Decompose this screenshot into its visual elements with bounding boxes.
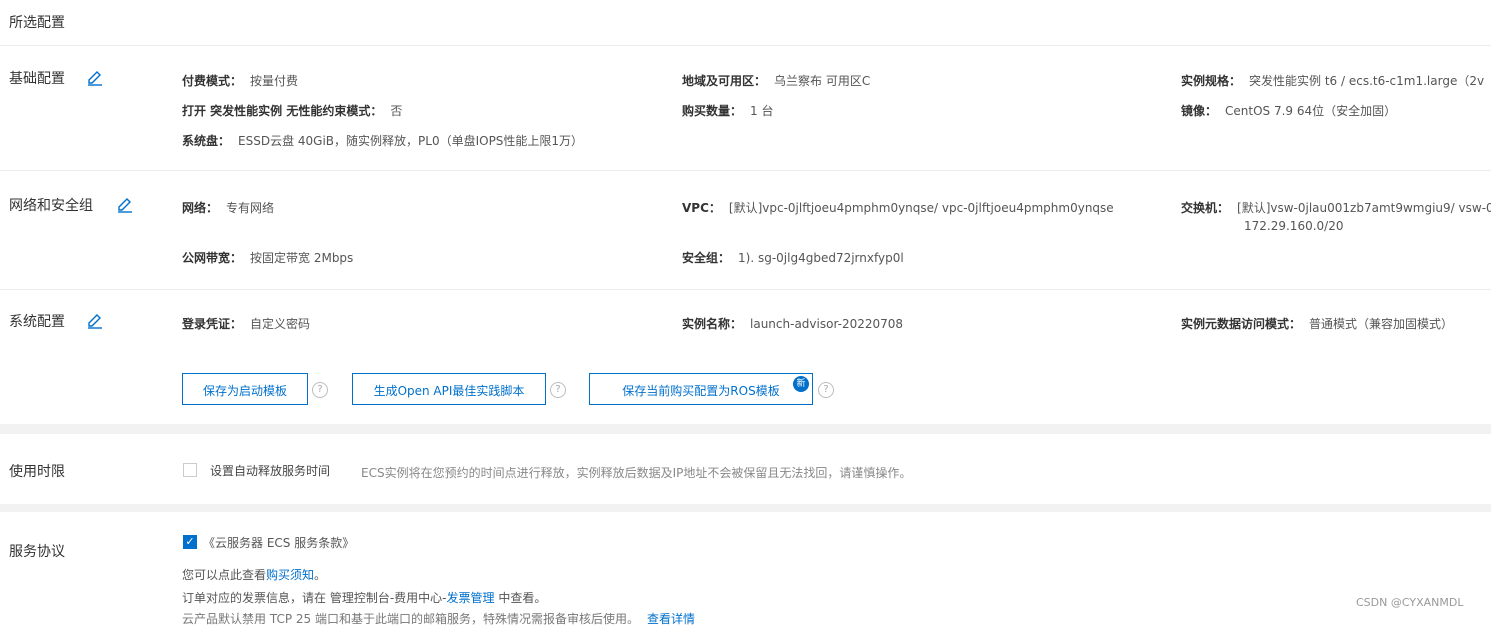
new-badge-icon: 新 — [793, 376, 809, 392]
field-label: 实例元数据访问模式： — [1181, 317, 1302, 331]
purchase-notice-link[interactable]: 购买须知 — [266, 568, 314, 582]
section-title-usage: 使用时限 — [9, 464, 65, 480]
field-value: 按量付费 — [250, 74, 299, 88]
section-title-agreement: 服务协议 — [9, 544, 65, 560]
field-security-group: 安全组： 1). sg-0jlg4gbed72jrnxfyp0l — [682, 249, 904, 266]
text: 。 — [314, 568, 327, 582]
field-value: 普通模式（兼容加固模式） — [1309, 317, 1454, 331]
field-value: 专有网络 — [226, 201, 275, 215]
field-label: 付费模式： — [182, 74, 243, 88]
divider — [0, 45, 1491, 46]
edit-icon[interactable] — [116, 195, 134, 213]
field-value: 自定义密码 — [250, 317, 311, 331]
divider — [0, 289, 1491, 290]
field-value: 乌兰察布 可用区C — [774, 74, 871, 88]
section-separator — [0, 504, 1491, 512]
save-ros-template-button[interactable]: 保存当前购买配置为ROS模板 — [589, 373, 813, 405]
help-icon[interactable]: ? — [550, 382, 566, 398]
generate-openapi-script-button[interactable]: 生成Open API最佳实践脚本 — [352, 373, 546, 405]
field-value: CentOS 7.9 64位（安全加固） — [1225, 104, 1397, 118]
field-value: [默认]vsw-0jlau001zb7amt9wmgiu9/ vsw-0j — [1237, 201, 1491, 215]
auto-release-description: ECS实例将在您预约的时间点进行释放，实例释放后数据及IP地址不会被保留且无法找… — [361, 466, 912, 480]
section-title-system: 系统配置 — [9, 314, 65, 330]
field-label: 公网带宽： — [182, 251, 243, 265]
field-label: 系统盘： — [182, 134, 231, 148]
field-value: ESSD云盘 40GiB，随实例释放，PL0（单盘IOPS性能上限1万） — [238, 134, 584, 148]
field-label: 购买数量： — [682, 104, 743, 118]
field-value: 按固定带宽 2Mbps — [250, 251, 354, 265]
field-value: 突发性能实例 t6 / ecs.t6-c1m1.large（2v — [1249, 74, 1485, 88]
field-label: 交换机： — [1181, 201, 1230, 215]
divider — [0, 170, 1491, 171]
ecs-terms-link[interactable]: 《云服务器 ECS 服务条款》 — [203, 534, 354, 551]
field-label: 地域及可用区： — [682, 74, 767, 88]
page-title: 所选配置 — [9, 15, 65, 31]
field-label: 安全组： — [682, 251, 731, 265]
field-login-credential: 登录凭证： 自定义密码 — [182, 315, 310, 332]
field-vpc: VPC： [默认]vpc-0jlftjoeu4pmphm0ynqse/ vpc-0… — [682, 199, 1114, 216]
auto-release-checkbox[interactable] — [183, 463, 197, 477]
field-label: 实例名称： — [682, 317, 743, 331]
field-image: 镜像： CentOS 7.9 64位（安全加固） — [1181, 102, 1396, 119]
section-title-basic: 基础配置 — [9, 71, 65, 87]
field-vswitch: 交换机： [默认]vsw-0jlau001zb7amt9wmgiu9/ vsw-0… — [1181, 199, 1491, 216]
section-separator — [0, 424, 1491, 434]
field-instance-type: 实例规格： 突发性能实例 t6 / ecs.t6-c1m1.large（2v — [1181, 72, 1484, 89]
field-value: [默认]vpc-0jlftjoeu4pmphm0ynqse/ vpc-0jlft… — [728, 201, 1114, 215]
text: 云产品默认禁用 TCP 25 端口和基于此端口的邮箱服务，特殊情况需报备审核后使… — [182, 612, 639, 626]
field-label: 实例规格： — [1181, 74, 1242, 88]
edit-icon[interactable] — [86, 68, 104, 86]
text: 中查看。 — [494, 591, 547, 605]
field-region: 地域及可用区： 乌兰察布 可用区C — [682, 72, 870, 89]
field-label: 打开 突发性能实例 无性能约束模式： — [182, 104, 383, 118]
auto-release-label: 设置自动释放服务时间 — [210, 464, 331, 478]
field-metadata-mode: 实例元数据访问模式： 普通模式（兼容加固模式） — [1181, 315, 1453, 332]
invoice-info-line: 订单对应的发票信息，请在 管理控制台-费用中心-发票管理 中查看。 — [182, 589, 546, 606]
field-value: 否 — [390, 104, 403, 118]
field-label: 镜像： — [1181, 104, 1218, 118]
invoice-management-link[interactable]: 发票管理 — [446, 591, 494, 605]
view-details-link[interactable]: 查看详情 — [647, 612, 695, 626]
field-network: 网络： 专有网络 — [182, 199, 274, 216]
field-instance-name: 实例名称： launch-advisor-20220708 — [682, 315, 903, 332]
field-unlimited-mode: 打开 突发性能实例 无性能约束模式： 否 — [182, 102, 402, 119]
field-bandwidth: 公网带宽： 按固定带宽 2Mbps — [182, 249, 353, 266]
field-system-disk: 系统盘： ESSD云盘 40GiB，随实例释放，PL0（单盘IOPS性能上限1万） — [182, 132, 583, 149]
text: 订单对应的发票信息，请在 管理控制台-费用中心- — [182, 591, 447, 605]
port-25-notice-line: 云产品默认禁用 TCP 25 端口和基于此端口的邮箱服务，特殊情况需报备审核后使… — [182, 610, 695, 627]
field-billing: 付费模式： 按量付费 — [182, 72, 298, 89]
field-quantity: 购买数量： 1 台 — [682, 102, 773, 119]
purchase-notice-line: 您可以点此查看购买须知。 — [182, 566, 326, 583]
section-title-network: 网络和安全组 — [9, 198, 93, 214]
field-label: 登录凭证： — [182, 317, 243, 331]
field-value: 1 台 — [750, 104, 774, 118]
field-value: 1). sg-0jlg4gbed72jrnxfyp0l — [738, 251, 904, 265]
agreement-checkbox[interactable]: ✓ — [183, 535, 197, 549]
field-value: launch-advisor-20220708 — [750, 317, 904, 331]
edit-icon[interactable] — [86, 311, 104, 329]
save-launch-template-button[interactable]: 保存为启动模板 — [182, 373, 308, 405]
text: 您可以点此查看 — [182, 568, 267, 582]
vswitch-cidr: 172.29.160.0/20 — [1244, 219, 1344, 233]
field-label: 网络： — [182, 201, 219, 215]
watermark: CSDN @CYXANMDL — [1356, 596, 1464, 609]
help-icon[interactable]: ? — [818, 382, 834, 398]
help-icon[interactable]: ? — [312, 382, 328, 398]
field-label: VPC： — [682, 201, 721, 215]
